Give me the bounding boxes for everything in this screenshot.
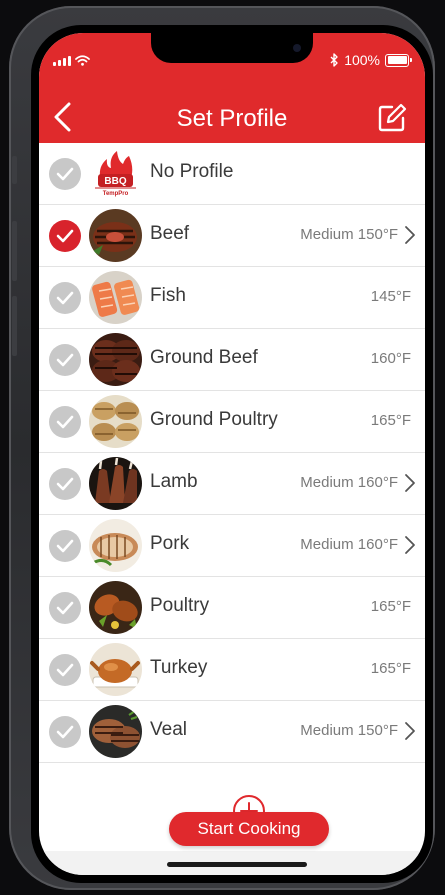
profile-image-turkey xyxy=(89,643,142,696)
volume-down-button xyxy=(12,296,17,356)
phone-bezel: 100% Set Profile BBQ TempPro No Profile … xyxy=(31,25,433,883)
signal-icon xyxy=(53,55,71,66)
profile-temp: 145°F xyxy=(370,288,411,305)
page-title: Set Profile xyxy=(176,105,288,132)
profile-temp: Medium 150°F xyxy=(300,226,398,243)
profile-row-veal[interactable]: Veal Medium 150°F xyxy=(39,701,425,763)
bluetooth-icon xyxy=(330,53,338,67)
profile-temp: Medium 160°F xyxy=(300,536,398,553)
start-cooking-button[interactable]: Start Cooking xyxy=(169,812,329,846)
profile-row-ground-beef[interactable]: Ground Beef 160°F xyxy=(39,329,425,391)
status-right: 100% xyxy=(330,52,412,68)
profile-row-beef[interactable]: Beef Medium 150°F xyxy=(39,205,425,267)
edit-button[interactable] xyxy=(377,103,407,133)
profile-image-veal xyxy=(89,705,142,758)
profile-name: Poultry xyxy=(150,595,210,616)
profile-row-lamb[interactable]: Lamb Medium 160°F xyxy=(39,453,425,515)
mute-switch xyxy=(12,156,17,184)
profile-temp: 165°F xyxy=(370,660,411,677)
profile-image-lamb xyxy=(89,457,142,510)
header-bar: 100% Set Profile xyxy=(39,33,425,143)
profile-name: Lamb xyxy=(150,471,198,492)
profile-row-pork[interactable]: Pork Medium 160°F xyxy=(39,515,425,577)
chevron-right-icon[interactable] xyxy=(403,224,417,246)
profile-name: Beef xyxy=(150,223,190,244)
edit-icon xyxy=(378,103,407,132)
logo-subtext: TempPro xyxy=(103,191,129,197)
logo-text: BBQ xyxy=(104,176,126,187)
app-screen: 100% Set Profile BBQ TempPro No Profile … xyxy=(39,33,425,875)
check-icon[interactable] xyxy=(49,654,81,686)
profile-image-poultry xyxy=(89,581,142,634)
check-icon[interactable] xyxy=(49,282,81,314)
phone-frame: 100% Set Profile BBQ TempPro No Profile … xyxy=(9,6,435,890)
home-indicator xyxy=(167,862,307,867)
profile-row-turkey[interactable]: Turkey 165°F xyxy=(39,639,425,701)
profile-name: Ground Poultry xyxy=(150,409,278,430)
profile-name: Veal xyxy=(150,719,187,740)
check-icon[interactable] xyxy=(49,716,81,748)
check-icon[interactable] xyxy=(49,406,81,438)
battery-percent: 100% xyxy=(344,52,380,68)
profile-name: Fish xyxy=(150,285,186,306)
chevron-right-icon[interactable] xyxy=(403,534,417,556)
camera-icon xyxy=(293,44,301,52)
profile-image-fish xyxy=(89,271,142,324)
check-icon[interactable] xyxy=(49,158,81,190)
chevron-right-icon[interactable] xyxy=(403,720,417,742)
profile-temp: Medium 150°F xyxy=(300,722,398,739)
chevron-right-icon[interactable] xyxy=(403,472,417,494)
profile-temp: 165°F xyxy=(370,598,411,615)
check-icon[interactable] xyxy=(49,220,81,252)
profile-name: Pork xyxy=(150,533,190,554)
check-icon[interactable] xyxy=(49,344,81,376)
profile-image-bbq-logo: BBQ TempPro xyxy=(89,147,142,200)
profile-temp: 165°F xyxy=(370,412,411,429)
profile-list: BBQ TempPro No Profile Beef Medium 150°F Fi… xyxy=(39,143,425,763)
profile-image-beef xyxy=(89,209,142,262)
profile-row-bbq-logo[interactable]: BBQ TempPro No Profile xyxy=(39,143,425,205)
check-icon[interactable] xyxy=(49,530,81,562)
profile-temp: Medium 160°F xyxy=(300,474,398,491)
check-icon[interactable] xyxy=(49,592,81,624)
profile-row-poultry[interactable]: Poultry 165°F xyxy=(39,577,425,639)
profile-image-ground-poultry xyxy=(89,395,142,448)
profile-name: No Profile xyxy=(150,161,234,182)
profile-name: Turkey xyxy=(150,657,208,678)
profile-image-pork xyxy=(89,519,142,572)
profile-image-ground-beef xyxy=(89,333,142,386)
check-icon[interactable] xyxy=(49,468,81,500)
profile-row-fish[interactable]: Fish 145°F xyxy=(39,267,425,329)
volume-up-button xyxy=(12,221,17,281)
status-left xyxy=(53,55,90,66)
battery-icon xyxy=(385,53,412,67)
profile-name: Ground Beef xyxy=(150,347,258,368)
notch xyxy=(151,33,313,63)
wifi-icon xyxy=(75,55,90,66)
profile-temp: 160°F xyxy=(370,350,411,367)
profile-row-ground-poultry[interactable]: Ground Poultry 165°F xyxy=(39,391,425,453)
